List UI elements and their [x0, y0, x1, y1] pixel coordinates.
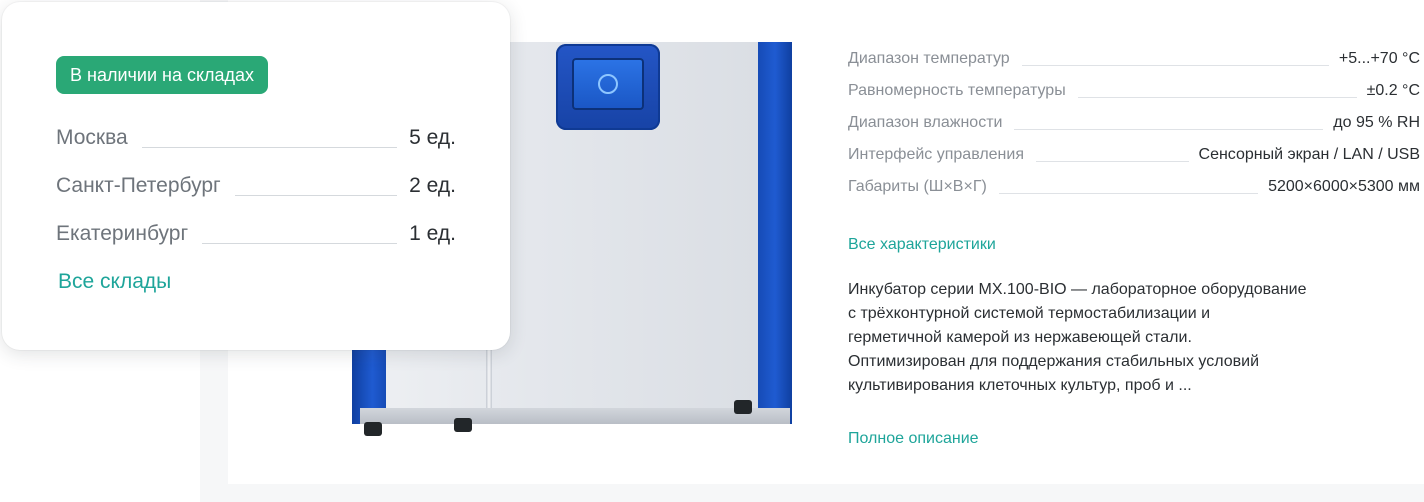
warehouse-city: Санкт-Петербург	[56, 174, 221, 197]
spec-label: Габариты (Ш×В×Г)	[848, 178, 987, 195]
spec-divider	[1036, 161, 1189, 162]
spec-divider	[1021, 65, 1329, 66]
warehouse-divider	[202, 243, 398, 244]
incubator-touch-screen	[572, 58, 644, 110]
spec-value: 5200×6000×5300 мм	[1268, 178, 1420, 195]
spec-value: Сенсорный экран / LAN / USB	[1198, 146, 1420, 163]
warehouse-row: Москва 5 ед.	[56, 110, 456, 158]
spec-value: до 95 % RH	[1333, 114, 1420, 131]
spec-row: Диапазон влажности до 95 % RH	[848, 106, 1420, 138]
spec-row: Габариты (Ш×В×Г) 5200×6000×5300 мм	[848, 170, 1420, 202]
all-specs-link[interactable]: Все характеристики	[848, 236, 996, 254]
incubator-base	[360, 408, 790, 424]
spec-divider	[998, 193, 1259, 194]
warehouse-quantity: 5 ед.	[409, 126, 456, 149]
all-warehouses-link[interactable]: Все склады	[58, 270, 171, 294]
warehouse-divider	[234, 195, 398, 196]
product-description: Инкубатор серии MX.100-BIO — лабораторно…	[848, 281, 1307, 394]
stock-availability-popup: В наличии на складах Москва 5 ед. Санкт-…	[2, 2, 510, 350]
spec-row: Диапазон температур +5...+70 °C	[848, 42, 1420, 74]
spec-value: ±0.2 °C	[1366, 82, 1420, 99]
incubator-foot	[734, 400, 752, 414]
spec-label: Диапазон влажности	[848, 114, 1003, 131]
spec-divider	[1077, 97, 1357, 98]
incubator-foot	[364, 422, 382, 436]
in-stock-badge: В наличии на складах	[56, 56, 269, 94]
spec-label: Равномерность температуры	[848, 82, 1066, 99]
incubator-right-edge	[758, 42, 792, 424]
spec-row: Интерфейс управления Сенсорный экран / L…	[848, 138, 1420, 170]
spec-value: +5...+70 °C	[1338, 50, 1420, 67]
spec-label: Диапазон температур	[848, 50, 1010, 67]
warehouse-quantity: 2 ед.	[409, 174, 456, 197]
incubator-control-panel	[556, 44, 660, 130]
full-description-link[interactable]: Полное описание	[848, 430, 979, 448]
warehouse-city: Екатеринбург	[56, 222, 189, 245]
warehouse-row: Екатеринбург 1 ед.	[56, 206, 456, 254]
spec-label: Интерфейс управления	[848, 146, 1024, 163]
screen-dial-icon	[598, 74, 618, 94]
incubator-foot	[454, 418, 472, 432]
warehouse-divider	[141, 147, 398, 148]
warehouse-quantity: 1 ед.	[409, 222, 456, 245]
warehouse-city: Москва	[56, 126, 128, 149]
specs-table: Диапазон температур +5...+70 °C Равномер…	[848, 42, 1420, 232]
warehouse-row: Санкт-Петербург 2 ед.	[56, 158, 456, 206]
spec-row: Равномерность температуры ±0.2 °C	[848, 74, 1420, 106]
page: Диапазон температур +5...+70 °C Равномер…	[0, 0, 1424, 502]
spec-divider	[1014, 129, 1324, 130]
